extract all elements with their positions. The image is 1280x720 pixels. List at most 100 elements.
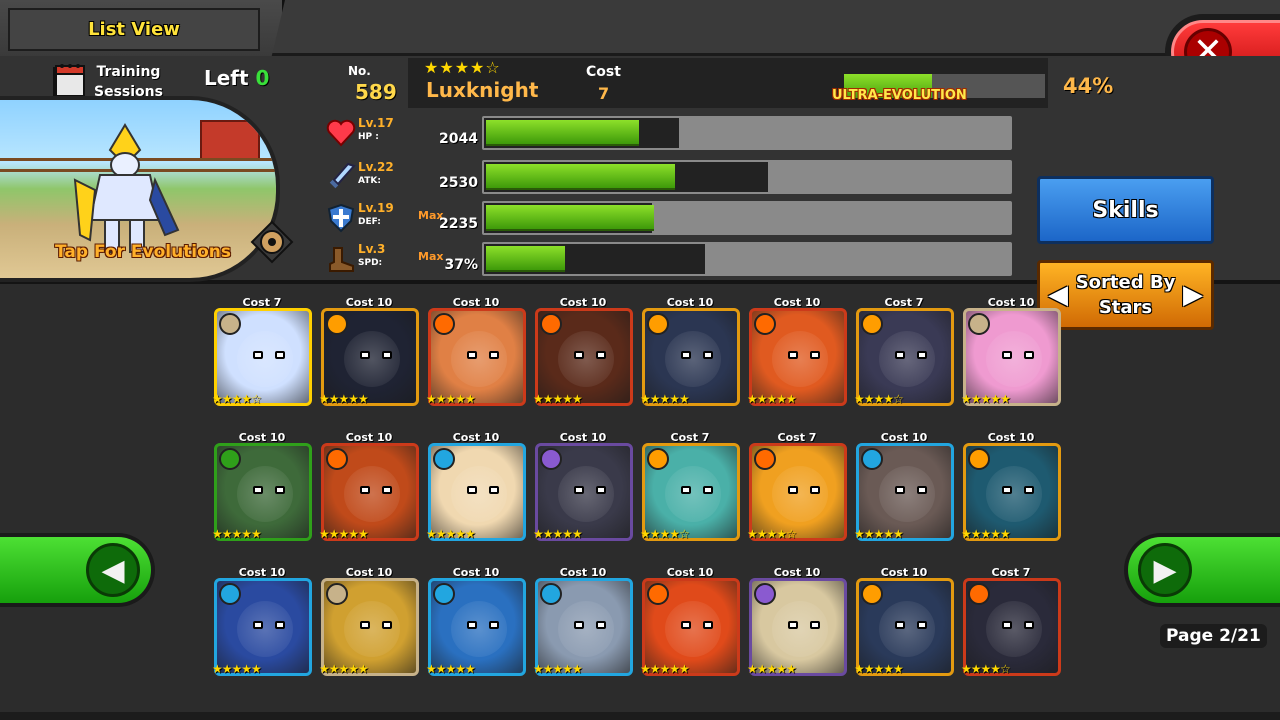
monster-card[interactable]: Cost 10 ★★★★★ — [212, 431, 312, 547]
monster-eye — [1002, 621, 1012, 629]
monster-info-panel: Training Sessions Left 0 Tap For Evoluti… — [0, 56, 1280, 330]
monster-list-screen: List View ✕ Training Sessions Left 0 Tap… — [0, 0, 1280, 720]
monster-card[interactable]: Cost 10 ★★★★★ — [212, 566, 312, 682]
stat-level: Lv.22 — [358, 160, 394, 174]
skills-button[interactable]: Skills — [1037, 176, 1214, 244]
prev-page-button[interactable]: ◀ — [0, 533, 155, 607]
monster-card[interactable]: Cost 7 ★★★★☆ — [747, 431, 847, 547]
monster-eye — [574, 486, 584, 494]
monster-art[interactable]: Tap For Evolutions — [0, 96, 280, 282]
element-icon — [326, 583, 348, 605]
monster-eye — [703, 621, 713, 629]
monster-card[interactable]: Cost 10 ★★★★★ — [640, 296, 740, 412]
number-label: No. — [348, 64, 371, 78]
monster-card[interactable]: Cost 10 ★★★★★ — [961, 431, 1061, 547]
monster-eye — [810, 486, 820, 494]
monster-portrait — [73, 123, 180, 253]
monster-card[interactable]: Cost 10 ★★★★★ — [319, 296, 419, 412]
stat-bar-fill — [486, 120, 639, 146]
stat-value: 2530 — [439, 175, 478, 191]
stat-bar — [482, 201, 1012, 235]
boot-icon — [326, 244, 356, 274]
page-indicator: Page 2/21 — [1160, 624, 1267, 648]
monster-card[interactable]: Cost 10 ★★★★★ — [640, 566, 740, 682]
monster-eye — [596, 351, 606, 359]
monster-eye — [574, 621, 584, 629]
card-stars: ★★★★★ — [747, 392, 797, 406]
monster-card[interactable]: Cost 10 ★★★★★ — [747, 296, 847, 412]
monster-eye — [788, 351, 798, 359]
card-stars: ★★★★★ — [319, 662, 369, 676]
next-page-button[interactable]: ▶ — [1124, 533, 1280, 607]
monster-eye — [681, 351, 691, 359]
monster-card[interactable]: Cost 10 ★★★★★ — [319, 431, 419, 547]
card-stars: ★★★★★ — [961, 392, 1011, 406]
element-icon — [540, 583, 562, 605]
monster-card[interactable]: Cost 7 ★★★★☆ — [640, 431, 740, 547]
element-icon — [754, 313, 776, 335]
monster-card[interactable]: Cost 10 ★★★★★ — [854, 431, 954, 547]
monster-eye — [360, 351, 370, 359]
evolution-percent: 44% — [1063, 74, 1114, 98]
monster-card[interactable]: Cost 10 ★★★★★ — [533, 296, 633, 412]
monster-card[interactable]: Cost 10 ★★★★★ — [426, 296, 526, 412]
monster-eye — [467, 351, 477, 359]
monster-eye — [489, 351, 499, 359]
heart-icon — [326, 118, 356, 148]
monster-eye — [703, 351, 713, 359]
monster-eye — [596, 486, 606, 494]
sort-label: Sorted By Stars — [1076, 270, 1176, 320]
monster-eye — [596, 621, 606, 629]
sort-button[interactable]: ◀ Sorted By Stars ▶ — [1037, 260, 1214, 330]
card-stars: ★★★★☆ — [212, 392, 262, 406]
monster-card[interactable]: Cost 10 ★★★★★ — [961, 296, 1061, 412]
monster-eye — [788, 486, 798, 494]
element-icon — [647, 448, 669, 470]
barn-decoration — [200, 120, 260, 160]
element-icon — [433, 313, 455, 335]
monster-eye — [895, 486, 905, 494]
list-view-tab-inner: List View — [8, 8, 260, 51]
monster-face — [451, 466, 507, 522]
monster-eye — [895, 621, 905, 629]
sort-next-arrow-icon[interactable]: ▶ — [1183, 282, 1203, 308]
monster-card[interactable]: Cost 10 ★★★★★ — [426, 431, 526, 547]
element-icon — [647, 313, 669, 335]
monster-name: Luxknight — [426, 78, 539, 102]
card-stars: ★★★★★ — [319, 392, 369, 406]
monster-card[interactable]: Cost 7 ★★★★☆ — [854, 296, 954, 412]
stat-value: 2044 — [439, 131, 478, 147]
monster-face — [451, 331, 507, 387]
bottom-bar — [0, 712, 1280, 720]
number-value: 589 — [355, 80, 397, 104]
monster-face — [344, 601, 400, 657]
stat-bar — [482, 242, 1012, 276]
monster-face — [237, 331, 293, 387]
monster-card[interactable]: Cost 7 ★★★★☆ — [212, 296, 312, 412]
monster-eye — [917, 486, 927, 494]
monster-face — [558, 466, 614, 522]
monster-card[interactable]: Cost 10 ★★★★★ — [319, 566, 419, 682]
monster-eye — [917, 351, 927, 359]
sort-line1: Sorted By — [1075, 272, 1176, 293]
element-icon — [540, 448, 562, 470]
monster-card[interactable]: Cost 10 ★★★★★ — [533, 431, 633, 547]
monster-face — [237, 466, 293, 522]
stat-bar-fill — [486, 246, 565, 272]
stat-bar-fill — [486, 164, 676, 190]
monster-face — [451, 601, 507, 657]
evolution-icon[interactable] — [250, 220, 294, 264]
monster-eye — [467, 486, 477, 494]
monster-eye — [895, 351, 905, 359]
stat-level: Lv.19 — [358, 201, 394, 215]
list-view-tab[interactable]: List View — [0, 0, 285, 60]
rarity-stars: ★★★★☆ — [424, 58, 501, 77]
monster-card[interactable]: Cost 10 ★★★★★ — [854, 566, 954, 682]
monster-card[interactable]: Cost 7 ★★★★☆ — [961, 566, 1061, 682]
card-stars: ★★★★★ — [319, 527, 369, 541]
monster-card[interactable]: Cost 10 ★★★★★ — [533, 566, 633, 682]
monster-card[interactable]: Cost 10 ★★★★★ — [747, 566, 847, 682]
cost-label: Cost — [586, 64, 621, 80]
card-stars: ★★★★★ — [212, 527, 262, 541]
monster-card[interactable]: Cost 10 ★★★★★ — [426, 566, 526, 682]
